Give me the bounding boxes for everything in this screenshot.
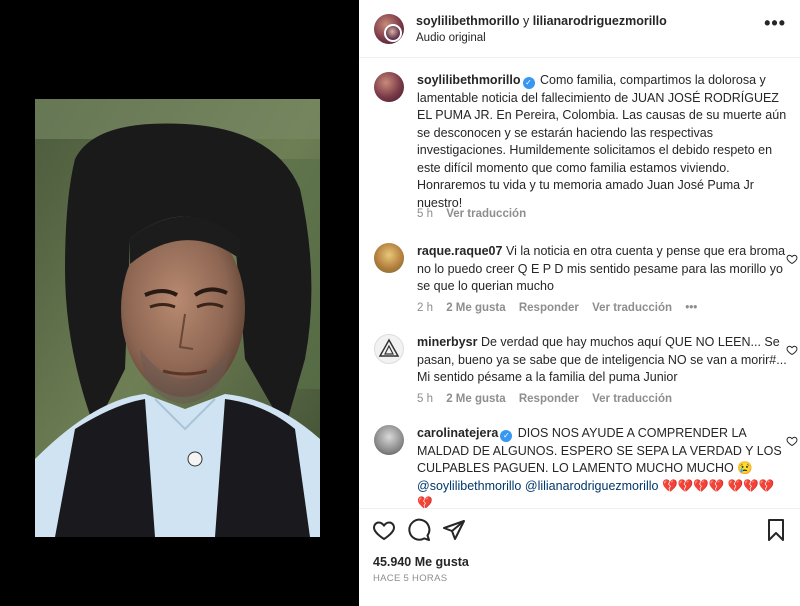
- like-comment-icon[interactable]: [786, 344, 798, 356]
- comment-time[interactable]: 5 h: [417, 393, 433, 405]
- author-separator: y: [519, 14, 533, 28]
- comments-list[interactable]: soylilibethmorillo ✓ Como familia, compar…: [359, 58, 800, 508]
- likes-count[interactable]: 45.940 Me gusta: [373, 555, 469, 569]
- comment-body: raque.raque07 Vi la noticia en otra cuen…: [417, 243, 787, 296]
- like-icon[interactable]: [372, 518, 396, 542]
- comment-username[interactable]: carolinatejera: [417, 426, 498, 440]
- post-dialog: soylilibethmorillo y lilianarodriguezmor…: [0, 0, 800, 606]
- portrait-image: [35, 99, 320, 537]
- audio-link[interactable]: Audio original: [416, 32, 486, 44]
- comment-more-icon[interactable]: •••: [685, 302, 697, 314]
- mention-link[interactable]: @lilianarodriguezmorillo: [525, 479, 659, 493]
- caption-body: soylilibethmorillo ✓ Como familia, compar…: [417, 72, 787, 212]
- caption-time[interactable]: 5 h: [417, 208, 433, 220]
- post-authors: soylilibethmorillo y lilianarodriguezmor…: [416, 14, 667, 28]
- action-bar: 45.940 Me gusta HACE 5 HORAS: [359, 508, 800, 606]
- translate-link[interactable]: Ver traducción: [592, 393, 672, 405]
- reply-button[interactable]: Responder: [519, 302, 579, 314]
- post-header: soylilibethmorillo y lilianarodriguezmor…: [359, 0, 800, 58]
- caption-text: Como familia, compartimos la dolorosa y …: [417, 73, 787, 210]
- emoji: 😢: [737, 461, 753, 475]
- post-video[interactable]: [35, 99, 320, 537]
- comment-likes[interactable]: 2 Me gusta: [446, 393, 505, 405]
- avatar[interactable]: [374, 425, 404, 455]
- verified-badge-icon: ✓: [500, 430, 513, 442]
- comment-meta: 2 h 2 Me gusta Responder Ver traducción …: [417, 302, 707, 314]
- translate-link[interactable]: Ver traducción: [446, 208, 526, 220]
- mention-link[interactable]: @soylilibethmorillo: [417, 479, 521, 493]
- comment-meta: 5 h 2 Me gusta Responder Ver traducción: [417, 393, 682, 405]
- like-comment-icon[interactable]: [786, 253, 798, 265]
- avatar-secondary[interactable]: [384, 24, 402, 42]
- verified-badge-icon: ✓: [522, 77, 535, 89]
- comment-body: carolinatejera ✓ DIOS NOS AYUDE A COMPREN…: [417, 425, 787, 508]
- share-icon[interactable]: [442, 518, 466, 542]
- comment-body: minerbysr De verdad que hay muchos aquí …: [417, 334, 787, 387]
- like-comment-icon[interactable]: [786, 435, 798, 447]
- caption-username[interactable]: soylilibethmorillo: [417, 73, 521, 87]
- coauthor-link[interactable]: lilianarodriguezmorillo: [533, 14, 667, 28]
- avatar[interactable]: [374, 72, 404, 102]
- comment-likes[interactable]: 2 Me gusta: [446, 302, 505, 314]
- avatar[interactable]: [374, 243, 404, 273]
- post-time[interactable]: HACE 5 HORAS: [373, 573, 447, 584]
- media-area: [0, 0, 359, 606]
- save-icon[interactable]: [764, 518, 788, 542]
- reply-button[interactable]: Responder: [519, 393, 579, 405]
- avatar[interactable]: [374, 334, 404, 364]
- comment-icon[interactable]: [407, 518, 431, 542]
- broken-hearts: 💔💔💔💔: [661, 478, 725, 493]
- comments-panel: soylilibethmorillo y lilianarodriguezmor…: [359, 0, 800, 606]
- translate-link[interactable]: Ver traducción: [592, 302, 672, 314]
- more-options-icon[interactable]: •••: [764, 14, 786, 32]
- comment-username[interactable]: minerbysr: [417, 335, 477, 349]
- avatar-logo-icon: [378, 338, 400, 357]
- caption-meta: 5 h Ver traducción: [417, 208, 536, 220]
- author-link[interactable]: soylilibethmorillo: [416, 14, 520, 28]
- comment-time[interactable]: 2 h: [417, 302, 433, 314]
- comment-username[interactable]: raque.raque07: [417, 244, 502, 258]
